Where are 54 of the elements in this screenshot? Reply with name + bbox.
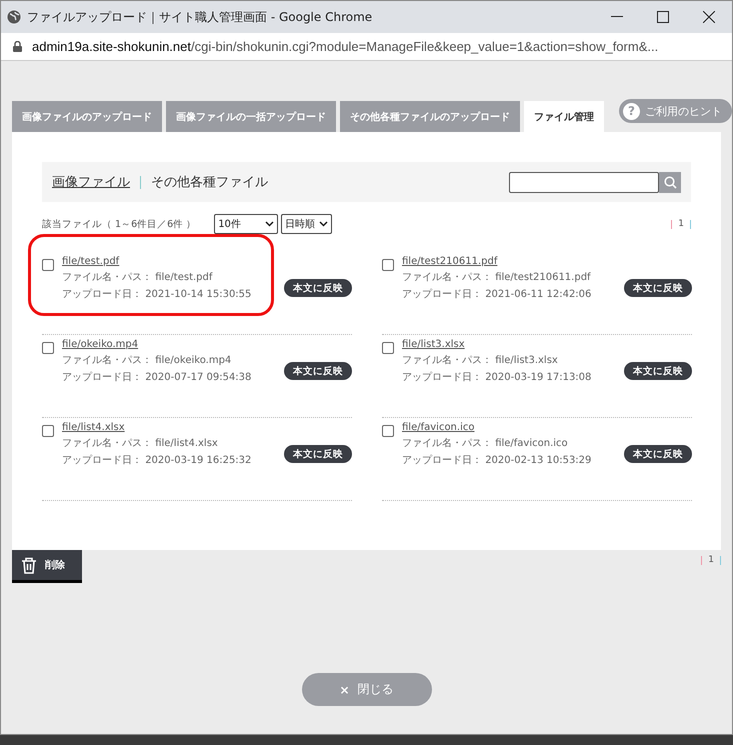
delete-button[interactable]: 削除 xyxy=(12,550,82,583)
result-count: 該当ファイル（ 1～6件目／6件 ） xyxy=(42,218,196,230)
file-path: ファイル名・パス： file/list4.xlsx xyxy=(62,437,218,450)
checkbox[interactable] xyxy=(382,425,394,437)
file-link[interactable]: file/okeiko.mp4 xyxy=(62,339,138,350)
page-link[interactable]: 1 xyxy=(678,219,684,229)
sort-select[interactable]: 日時順 xyxy=(281,214,332,234)
file-path: ファイル名・パス： file/okeiko.mp4 xyxy=(62,354,232,367)
url-path[interactable]: /cgi-bin/shokunin.cgi?module=ManageFile&keep_value=1&action=show_form&... xyxy=(191,39,658,54)
checkbox[interactable] xyxy=(42,342,54,354)
insert-button[interactable]: 本文に反映 xyxy=(624,362,692,380)
file-path: ファイル名・パス： file/list3.xlsx xyxy=(402,354,558,367)
file-link[interactable]: file/test210611.pdf xyxy=(402,256,498,267)
file-path: ファイル名・パス： file/test.pdf xyxy=(62,271,212,284)
window-title: ファイルアップロード｜サイト職人管理画面 - Google Chrome xyxy=(27,8,374,26)
insert-button[interactable]: 本文に反映 xyxy=(284,362,352,380)
insert-button[interactable]: 本文に反映 xyxy=(624,445,692,463)
insert-button[interactable]: 本文に反映 xyxy=(624,279,692,297)
category-link[interactable]: 画像ファイル xyxy=(52,173,130,191)
url-host[interactable]: admin19a.site-shokunin.net xyxy=(32,39,191,54)
globe-icon xyxy=(7,10,21,24)
help-icon: ? xyxy=(623,102,640,120)
insert-button[interactable]: 本文に反映 xyxy=(284,279,352,297)
maximize-icon xyxy=(657,11,669,23)
minimize-icon xyxy=(611,16,623,18)
file-link[interactable]: file/list4.xlsx xyxy=(62,422,125,433)
upload-date: アップロード日： 2020-03-19 16:25:32 xyxy=(62,454,252,467)
lock-icon xyxy=(13,41,22,52)
upload-date: アップロード日： 2021-10-14 15:30:55 xyxy=(62,288,252,301)
file-link[interactable]: file/favicon.ico xyxy=(402,422,474,433)
upload-date: アップロード日： 2020-07-17 09:54:38 xyxy=(62,370,252,384)
checkbox[interactable] xyxy=(42,425,54,437)
search-button[interactable] xyxy=(659,172,681,192)
close-icon xyxy=(703,11,715,23)
search-icon xyxy=(664,176,676,188)
upload-date: アップロード日： 2020-03-19 17:13:08 xyxy=(402,370,592,384)
chevron-down-icon xyxy=(265,221,274,227)
file-path: ファイル名・パス： file/favicon.ico xyxy=(402,437,568,450)
search-field[interactable] xyxy=(509,172,659,192)
upload-date: アップロード日： 2020-02-13 10:53:29 xyxy=(402,454,592,467)
file-path: ファイル名・パス： file/test210611.pdf xyxy=(402,271,591,284)
checkbox[interactable] xyxy=(42,259,54,271)
tab[interactable]: ファイル管理 xyxy=(524,101,604,132)
category-link[interactable]: その他各種ファイル xyxy=(151,173,268,191)
insert-button[interactable]: 本文に反映 xyxy=(284,445,352,463)
file-link[interactable]: file/list3.xlsx xyxy=(402,339,465,350)
chevron-down-icon xyxy=(319,221,328,227)
checkbox[interactable] xyxy=(382,259,394,271)
trash-icon xyxy=(21,556,37,574)
upload-date: アップロード日： 2021-06-11 12:42:06 xyxy=(402,288,592,301)
file-link[interactable]: file/test.pdf xyxy=(62,256,120,267)
per-page-select[interactable]: 10件 xyxy=(214,214,278,234)
page-link[interactable]: 1 xyxy=(708,555,714,565)
checkbox[interactable] xyxy=(382,342,394,354)
